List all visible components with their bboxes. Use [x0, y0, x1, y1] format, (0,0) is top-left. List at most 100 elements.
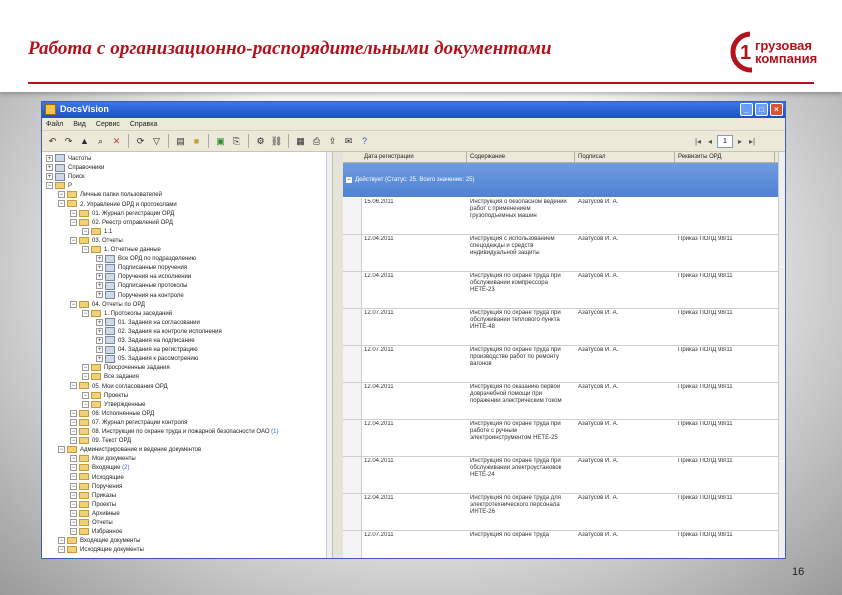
folder-icon — [67, 546, 77, 554]
expand-toggle-icon[interactable]: + — [46, 154, 53, 162]
expand-toggle-icon[interactable]: − — [46, 182, 53, 190]
table-row[interactable]: 12.07.2011 Инструкция по охране труда Азат… — [343, 531, 785, 558]
expand-toggle-icon[interactable]: − — [70, 437, 77, 445]
grid-scrollbar[interactable] — [778, 152, 785, 558]
page-input[interactable]: 1 — [717, 135, 733, 148]
folder-icon — [91, 227, 101, 235]
properties-icon[interactable]: ▤ — [174, 135, 187, 148]
grid-view-icon[interactable]: ▦ — [294, 135, 307, 148]
expand-toggle-icon[interactable]: − — [82, 364, 89, 372]
column-ref[interactable]: Реквизиты ОРД — [675, 152, 775, 162]
document-icon — [55, 163, 65, 172]
expand-toggle-icon[interactable]: − — [58, 446, 65, 454]
tree-item[interactable]: − Исходящие документы — [58, 545, 144, 555]
expand-toggle-icon[interactable]: − — [58, 191, 65, 199]
expand-toggle-icon[interactable]: − — [70, 455, 77, 463]
menu-file[interactable]: Файл — [46, 121, 63, 128]
new-card-icon[interactable]: ▣ — [214, 135, 227, 148]
expand-toggle-icon[interactable]: + — [96, 291, 103, 299]
folder-icon[interactable]: ■ — [190, 135, 203, 148]
menu-service[interactable]: Сервис — [96, 121, 120, 128]
group-band[interactable]: − Действует (Статус: 25. Всего значение:… — [343, 163, 785, 197]
expand-toggle-icon[interactable]: − — [70, 209, 77, 217]
collapse-icon[interactable]: − — [346, 177, 352, 183]
back-icon[interactable]: ↶ — [46, 135, 59, 148]
table-row[interactable]: 12.04.2011 Инструкция по оказанию первой … — [343, 383, 785, 420]
copy-icon[interactable]: ⎘ — [230, 135, 243, 148]
expand-toggle-icon[interactable]: − — [70, 528, 77, 536]
forward-icon[interactable]: ↷ — [62, 135, 75, 148]
expand-toggle-icon[interactable]: + — [96, 255, 103, 263]
print-icon[interactable]: ⎙ — [310, 135, 323, 148]
expand-toggle-icon[interactable]: − — [70, 382, 77, 390]
expand-toggle-icon[interactable]: − — [70, 482, 77, 490]
expand-toggle-icon[interactable]: − — [70, 464, 77, 472]
search-icon[interactable]: ⌕ — [94, 135, 107, 148]
expand-toggle-icon[interactable]: − — [82, 309, 89, 317]
expand-toggle-icon[interactable]: + — [96, 282, 103, 290]
filter-icon[interactable]: ▽ — [150, 135, 163, 148]
up-folder-icon[interactable]: ▲ — [78, 135, 91, 148]
folder-icon — [55, 182, 65, 190]
expand-toggle-icon[interactable]: − — [82, 245, 89, 253]
expand-toggle-icon[interactable]: − — [70, 427, 77, 435]
expand-toggle-icon[interactable]: − — [82, 391, 89, 399]
column-signer[interactable]: Подписал — [575, 152, 675, 162]
expand-toggle-icon[interactable]: − — [82, 373, 89, 381]
expand-toggle-icon[interactable]: + — [96, 273, 103, 281]
expand-toggle-icon[interactable]: + — [46, 164, 53, 172]
tools-icon[interactable]: ⚙ — [254, 135, 267, 148]
column-date[interactable]: Дата регистрации — [361, 152, 467, 162]
expand-toggle-icon[interactable]: + — [96, 336, 103, 344]
cell-date: 12.07.2011 — [364, 347, 394, 353]
expand-toggle-icon[interactable]: − — [58, 200, 65, 208]
expand-toggle-icon[interactable]: + — [46, 173, 53, 181]
expand-toggle-icon[interactable]: + — [96, 346, 103, 354]
expand-toggle-icon[interactable]: − — [70, 409, 77, 417]
expand-toggle-icon[interactable]: − — [70, 218, 77, 226]
table-row[interactable]: 12.07.2011 Инструкция по охране труда при… — [343, 309, 785, 346]
first-page-icon[interactable]: |◂ — [693, 136, 703, 147]
link-icon[interactable]: ⛓ — [270, 135, 283, 148]
expand-toggle-icon[interactable]: − — [70, 300, 77, 308]
tree-item-label: Личные папки пользователей — [80, 192, 162, 199]
close-icon[interactable]: × — [770, 103, 783, 116]
expand-toggle-icon[interactable]: + — [96, 355, 103, 363]
table-row[interactable]: 15.06.2011 Инструкция о безопасном ведени… — [343, 198, 785, 235]
table-row[interactable]: 12.04.2011 Инструкция с использованием сп… — [343, 235, 785, 272]
expand-toggle-icon[interactable]: + — [96, 327, 103, 335]
expand-toggle-icon[interactable]: − — [82, 227, 89, 235]
expand-toggle-icon[interactable]: − — [70, 509, 77, 517]
window-titlebar[interactable]: DocsVision _ □ × — [42, 102, 785, 118]
menu-help[interactable]: Справка — [130, 121, 157, 128]
cell-content: Инструкция по охране труда — [470, 532, 550, 538]
prev-page-icon[interactable]: ◂ — [705, 136, 715, 147]
table-row[interactable]: 12.04.2011 Инструкция по охране труда при… — [343, 420, 785, 457]
minimize-icon[interactable]: _ — [740, 103, 753, 116]
table-row[interactable]: 12.07.2011 Инструкция по охране труда при… — [343, 346, 785, 383]
expand-toggle-icon[interactable]: − — [70, 236, 77, 244]
expand-toggle-icon[interactable]: + — [96, 318, 103, 326]
expand-toggle-icon[interactable]: − — [70, 473, 77, 481]
expand-toggle-icon[interactable]: − — [70, 418, 77, 426]
next-page-icon[interactable]: ▸ — [735, 136, 745, 147]
maximize-icon[interactable]: □ — [755, 103, 768, 116]
mail-icon[interactable]: ✉ — [342, 135, 355, 148]
table-row[interactable]: 12.04.2011 Инструкция по охране труда при… — [343, 272, 785, 309]
expand-toggle-icon[interactable]: − — [70, 491, 77, 499]
expand-toggle-icon[interactable]: − — [58, 546, 65, 554]
expand-toggle-icon[interactable]: − — [70, 500, 77, 508]
menu-view[interactable]: Вид — [73, 121, 86, 128]
help-icon[interactable]: ? — [358, 135, 371, 148]
expand-toggle-icon[interactable]: + — [96, 264, 103, 272]
last-page-icon[interactable]: ▸| — [747, 136, 757, 147]
refresh-icon[interactable]: ⟳ — [134, 135, 147, 148]
expand-toggle-icon[interactable]: − — [58, 537, 65, 545]
export-icon[interactable]: ⇪ — [326, 135, 339, 148]
delete-icon[interactable]: ✕ — [110, 135, 123, 148]
expand-toggle-icon[interactable]: − — [82, 400, 89, 408]
table-row[interactable]: 12.04.2011 Инструкция по охране труда при… — [343, 457, 785, 494]
expand-toggle-icon[interactable]: − — [70, 518, 77, 526]
table-row[interactable]: 12.04.2011 Инструкция по охране труда для… — [343, 494, 785, 531]
column-content[interactable]: Содержание — [467, 152, 575, 162]
